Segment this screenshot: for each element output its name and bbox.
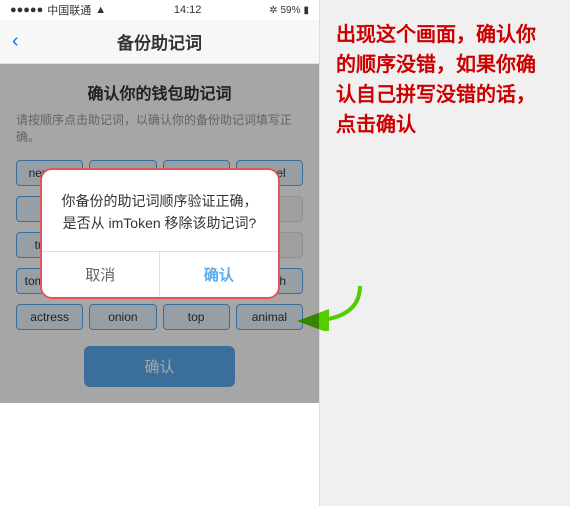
dialog-cancel-button[interactable]: 取消 — [42, 252, 161, 297]
status-bar: ●●●●● 中国联通 ▲ 14:12 ✲ 59% ▮ — [0, 0, 319, 20]
nav-title: 备份助记词 — [117, 29, 202, 54]
status-right: ✲ 59% ▮ — [269, 5, 309, 16]
dialog-overlay: 你备份的助记词顺序验证正确，是否从 imToken 移除该助记词? 取消 确认 — [0, 64, 319, 403]
battery-label: 59% — [280, 5, 300, 16]
main-content: 确认你的钱包助记词 请按顺序点击助记词，以确认你的备份助记词填写正确。 neph… — [0, 64, 319, 403]
back-button[interactable]: ‹ — [12, 30, 19, 53]
carrier-label: 中国联通 — [47, 2, 91, 18]
phone-frame: ●●●●● 中国联通 ▲ 14:12 ✲ 59% ▮ ‹ 备份助记词 确认你的钱… — [0, 0, 320, 506]
dialog-actions: 取消 确认 — [42, 251, 278, 297]
wifi-icon: ▲ — [95, 4, 106, 16]
dialog-confirm-button[interactable]: 确认 — [160, 252, 278, 297]
bluetooth-icon: ✲ — [269, 5, 277, 16]
nav-bar: ‹ 备份助记词 — [0, 20, 319, 64]
annotation-panel: 出现这个画面，确认你的顺序没错，如果你确认自己拼写没错的话，点击确认 — [320, 0, 570, 506]
battery-icon: ▮ — [303, 5, 309, 16]
signal-dots: ●●●●● — [10, 4, 43, 16]
annotation-text: 出现这个画面，确认你的顺序没错，如果你确认自己拼写没错的话，点击确认 — [336, 20, 554, 140]
status-left: ●●●●● 中国联通 ▲ — [10, 2, 106, 18]
dialog-box: 你备份的助记词顺序验证正确，是否从 imToken 移除该助记词? 取消 确认 — [40, 168, 280, 299]
time-label: 14:12 — [174, 4, 202, 16]
dialog-message: 你备份的助记词顺序验证正确，是否从 imToken 移除该助记词? — [58, 190, 262, 235]
